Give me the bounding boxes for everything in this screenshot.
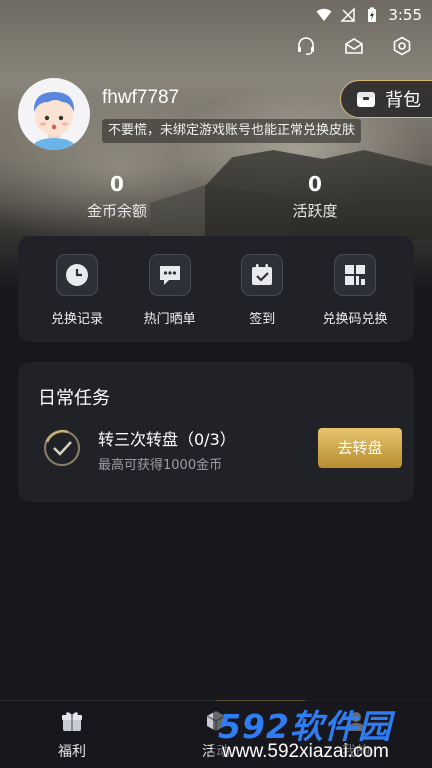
username: fhwf7787 bbox=[102, 87, 180, 108]
tab-welfare[interactable]: 福利 bbox=[32, 709, 112, 761]
tab-welfare-label: 福利 bbox=[58, 744, 86, 760]
avatar[interactable] bbox=[18, 78, 90, 150]
go-spin-button[interactable]: 去转盘 bbox=[318, 428, 402, 468]
coin-balance[interactable]: 0 金币余额 bbox=[42, 172, 192, 221]
activity-score[interactable]: 0 活跃度 bbox=[240, 172, 390, 221]
calendar-icon-box bbox=[241, 254, 284, 296]
calendar-check-icon bbox=[252, 264, 273, 285]
binding-notice: 不要慌，未绑定游戏账号也能正常兑换皮肤 bbox=[102, 119, 362, 143]
bag-button[interactable]: 背包 bbox=[340, 80, 432, 118]
activity-score-label: 活跃度 bbox=[292, 202, 338, 220]
top-action-icons bbox=[296, 36, 412, 56]
status-time: 3:55 bbox=[388, 6, 422, 24]
grid-icon-box bbox=[333, 254, 376, 296]
task-description: 最高可获得1000金币 bbox=[98, 458, 223, 473]
watermark-url: www.592xiazai.com bbox=[222, 741, 389, 762]
menu-label-redeem-code: 兑换码兑换 bbox=[322, 312, 388, 327]
menu-item-exchange-records[interactable]: 兑换记录 bbox=[32, 254, 122, 342]
mail-icon[interactable] bbox=[344, 36, 364, 56]
wifi-icon bbox=[316, 8, 332, 21]
clock-icon-box bbox=[56, 254, 98, 296]
menu-label-hot-posts: 热门晒单 bbox=[143, 312, 196, 327]
activity-score-value: 0 bbox=[308, 172, 322, 196]
no-signal-icon bbox=[340, 7, 356, 22]
menu-item-redeem-code[interactable]: 兑换码兑换 bbox=[310, 254, 400, 342]
menu-label-exchange-records: 兑换记录 bbox=[50, 312, 103, 327]
battery-charging-icon bbox=[368, 7, 377, 22]
chat-icon-box bbox=[148, 254, 191, 296]
headset-icon[interactable] bbox=[296, 36, 316, 56]
gift-icon bbox=[62, 712, 82, 731]
menu-label-check-in: 签到 bbox=[249, 312, 276, 327]
avatar-cartoon-icon bbox=[32, 92, 76, 150]
grid-icon bbox=[344, 265, 365, 285]
coin-balance-label: 金币余额 bbox=[86, 202, 147, 220]
task-check-icon bbox=[44, 429, 80, 466]
chat-icon bbox=[159, 266, 180, 285]
task-name: 转三次转盘（0/3） bbox=[98, 430, 236, 449]
daily-tasks-card: 日常任务 转三次转盘（0/3） 最高可获得1000金币 去转盘 bbox=[18, 362, 414, 502]
bag-label: 背包 bbox=[385, 90, 421, 111]
clock-icon bbox=[66, 264, 88, 286]
menu-item-hot-posts[interactable]: 热门晒单 bbox=[125, 254, 215, 342]
status-bar: 3:55 bbox=[0, 0, 432, 30]
menu-item-check-in[interactable]: 签到 bbox=[217, 254, 307, 342]
quick-menu: 兑换记录 热门晒单 签到 兑换码兑换 bbox=[18, 236, 414, 342]
daily-tasks-title: 日常任务 bbox=[38, 388, 110, 409]
settings-icon[interactable] bbox=[392, 36, 412, 56]
coin-balance-value: 0 bbox=[110, 172, 124, 196]
bag-icon bbox=[357, 92, 375, 107]
